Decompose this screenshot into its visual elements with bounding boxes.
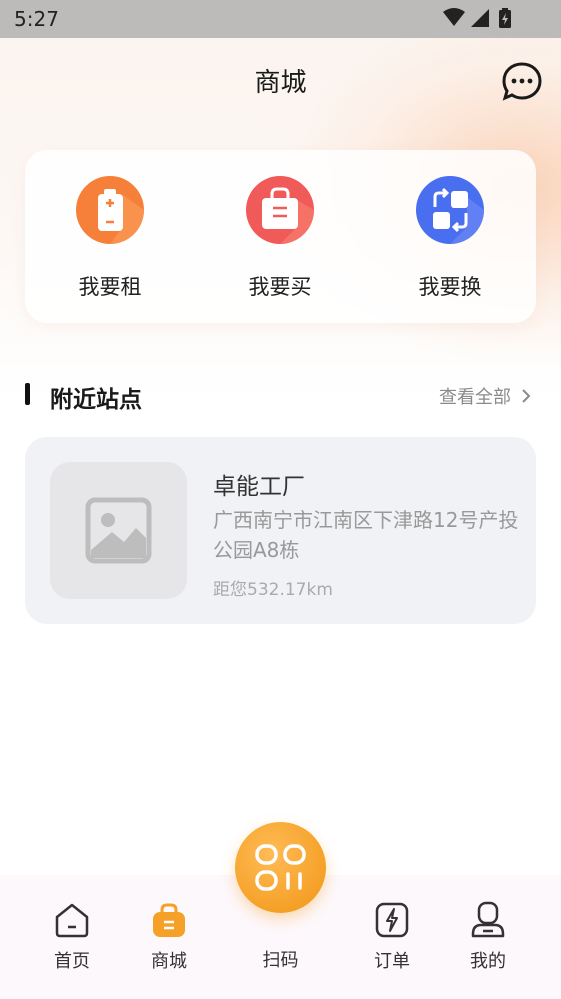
tab-shop[interactable]: 商城: [124, 875, 214, 999]
quick-action-rent-label: 我要租: [78, 275, 142, 299]
swap-icon: [416, 176, 484, 244]
status-time: 5:27: [14, 7, 59, 31]
tab-orders-label: 订单: [374, 951, 410, 972]
tab-shop-label: 商城: [151, 951, 187, 972]
battery-icon: [76, 176, 144, 244]
home-icon: [55, 903, 89, 938]
station-card[interactable]: 卓能工厂 广西南宁市江南区下津路12号产投公园A8栋 距您532.17km: [25, 437, 536, 624]
chat-bubble-icon: [502, 62, 542, 101]
tab-orders[interactable]: 订单: [347, 875, 437, 999]
view-all-link[interactable]: 查看全部: [439, 383, 531, 409]
quick-action-buy[interactable]: 我要买: [220, 175, 340, 305]
chevron-right-icon: [522, 389, 531, 403]
station-address: 广西南宁市江南区下津路12号产投公园A8栋: [213, 508, 519, 562]
wifi-icon: [443, 8, 465, 26]
station-name: 卓能工厂: [213, 474, 305, 500]
shop-basket-icon: [153, 903, 185, 937]
profile-icon: [471, 901, 505, 938]
quick-action-buy-label: 我要买: [248, 275, 312, 299]
quick-action-swap[interactable]: 我要换: [390, 175, 510, 305]
section-title: 附近站点: [50, 387, 142, 413]
status-icons: [443, 8, 511, 28]
scan-button[interactable]: [235, 822, 326, 913]
battery-charging-icon: [499, 8, 511, 28]
scan-icon: [255, 844, 306, 891]
message-button[interactable]: [501, 61, 543, 103]
quick-action-rent[interactable]: 我要租: [50, 175, 170, 305]
quick-actions-card: 我要租 我要买 我要换: [25, 150, 536, 323]
view-all-label: 查看全部: [439, 387, 511, 408]
station-distance: 距您532.17km: [213, 580, 333, 600]
tab-home[interactable]: 首页: [27, 875, 117, 999]
status-bar: 5:27: [0, 0, 561, 38]
order-icon: [375, 902, 409, 938]
tab-home-label: 首页: [54, 951, 90, 972]
tab-scan-label: 扫码: [262, 950, 299, 971]
page-title: 商城: [254, 68, 307, 98]
station-image: [50, 462, 187, 599]
quick-action-swap-label: 我要换: [418, 275, 482, 299]
signal-icon: [471, 9, 489, 27]
section-marker: [25, 383, 30, 405]
tab-mine-label: 我的: [470, 951, 506, 972]
tab-mine[interactable]: 我的: [443, 875, 533, 999]
shopping-bag-icon: [246, 176, 314, 244]
image-placeholder-icon: [85, 497, 152, 564]
